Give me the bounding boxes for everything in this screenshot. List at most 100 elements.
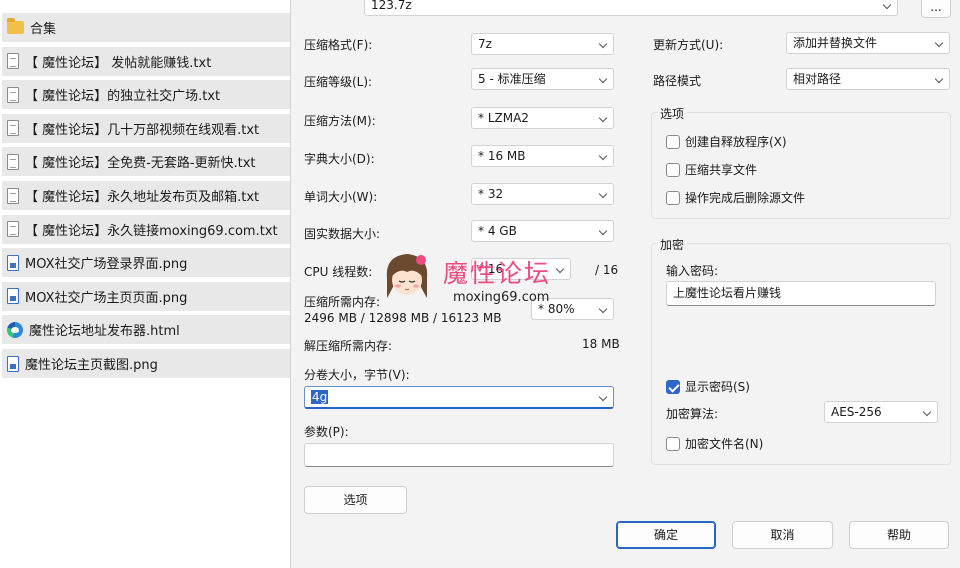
add-to-archive-dialog: 123.7z ... 压缩格式(F): 7z 压缩等级(L): 5 - 标准压缩…: [290, 0, 960, 568]
file-name: MOX社交广场主页页面.png: [25, 290, 188, 306]
show-password-label: 显示密码(S): [685, 380, 750, 394]
decompress-memory-label: 解压缩所需内存:: [304, 339, 393, 353]
chevron-down-icon: [598, 74, 608, 84]
file-name: 【 魔性论坛】几十万部视频在线观看.txt: [25, 122, 260, 138]
password-input[interactable]: 上魔性论坛看片赚钱: [666, 281, 936, 306]
text-file-icon: [7, 53, 19, 70]
encryption-method-value: AES-256: [831, 405, 882, 419]
cancel-button[interactable]: 取消: [732, 521, 833, 549]
text-file-icon: [7, 187, 19, 204]
watermark-title: 魔性论坛: [443, 259, 552, 288]
options-button[interactable]: 选项: [304, 486, 407, 514]
delete-after-checkbox[interactable]: 操作完成后删除源文件: [666, 189, 805, 206]
dict-select[interactable]: * 16 MB: [471, 145, 614, 167]
file-name: 【 魔性论坛】 发帖就能赚钱.txt: [25, 55, 212, 71]
file-name: 【 魔性论坛】永久链接moxing69.com.txt: [25, 223, 278, 239]
chevron-down-icon: [598, 113, 608, 123]
delete-after-label: 操作完成后删除源文件: [685, 191, 806, 205]
word-value: * 32: [478, 187, 504, 201]
show-password-checkbox-box[interactable]: [666, 379, 680, 394]
path-mode-select[interactable]: 相对路径: [786, 68, 950, 90]
file-item[interactable]: 【 魔性论坛】 发帖就能赚钱.txt: [2, 46, 290, 76]
format-select[interactable]: 7z: [471, 33, 614, 55]
archive-path-combo[interactable]: 123.7z: [364, 0, 898, 16]
sfx-checkbox-box[interactable]: [666, 134, 680, 149]
chevron-down-icon: [598, 304, 608, 314]
chevron-down-icon: [882, 0, 892, 10]
file-name: MOX社交广场登录界面.png: [25, 257, 188, 273]
file-item[interactable]: 【 魔性论坛】的独立社交广场.txt: [2, 80, 290, 110]
update-mode-label: 更新方式(U):: [653, 38, 724, 52]
chevron-down-icon: [934, 74, 944, 84]
chevron-down-icon: [922, 407, 932, 417]
file-name: 合集: [30, 22, 57, 37]
text-file-icon: [7, 153, 19, 170]
encrypt-names-checkbox[interactable]: 加密文件名(N): [666, 435, 763, 452]
file-name: 【 魔性论坛】永久地址发布页及邮箱.txt: [25, 190, 260, 205]
threads-total: / 16: [595, 263, 619, 277]
file-item[interactable]: 【 魔性论坛】永久地址发布页及邮箱.txt: [2, 181, 290, 210]
sfx-checkbox[interactable]: 创建自释放程序(X): [666, 133, 787, 150]
image-file-icon: [7, 254, 19, 271]
shared-checkbox-box[interactable]: [666, 162, 680, 177]
word-select[interactable]: * 32: [471, 183, 614, 205]
file-item[interactable]: 【 魔性论坛】永久链接moxing69.com.txt: [2, 214, 290, 244]
file-item[interactable]: 魔性论坛地址发布器.html: [2, 315, 290, 345]
file-item[interactable]: 魔性论坛主页截图.png: [2, 349, 290, 378]
dict-label: 字典大小(D):: [304, 152, 375, 166]
params-label: 参数(P):: [304, 425, 349, 439]
file-name: 【 魔性论坛】的独立社交广场.txt: [25, 89, 221, 105]
help-button[interactable]: 帮助: [849, 521, 949, 549]
chevron-down-icon: [934, 38, 944, 48]
format-label: 压缩格式(F):: [304, 38, 373, 52]
encryption-group-title: 加密: [657, 236, 688, 253]
sfx-label: 创建自释放程序(X): [685, 135, 787, 149]
options-group-title: 选项: [657, 105, 688, 122]
decompress-memory-value: 18 MB: [582, 337, 620, 351]
dict-value: * 16 MB: [478, 149, 526, 163]
text-file-icon: [7, 86, 19, 103]
image-file-icon: [7, 355, 19, 372]
split-label: 分卷大小，字节(V):: [304, 368, 410, 382]
threads-label: CPU 线程数:: [304, 265, 373, 279]
encrypt-names-label: 加密文件名(N): [685, 437, 764, 451]
browse-button[interactable]: ...: [921, 0, 951, 18]
memory-detail: 2496 MB / 12898 MB / 16123 MB: [304, 311, 502, 325]
chevron-down-icon: [598, 392, 608, 402]
file-name: 【 魔性论坛】全免费-无套路-更新快.txt: [25, 156, 256, 172]
file-item[interactable]: 【 魔性论坛】几十万部视频在线观看.txt: [2, 113, 290, 143]
text-file-icon: [7, 120, 19, 137]
chevron-down-icon: [598, 189, 608, 199]
level-value: 5 - 标准压缩: [478, 72, 546, 86]
file-item[interactable]: MOX社交广场主页页面.png: [2, 281, 290, 311]
solid-value: * 4 GB: [478, 224, 517, 238]
shared-checkbox[interactable]: 压缩共享文件: [666, 161, 757, 178]
memory-label: 压缩所需内存:: [304, 295, 381, 309]
method-select[interactable]: * LZMA2: [471, 107, 614, 129]
edge-browser-icon: [7, 321, 23, 338]
file-item[interactable]: MOX社交广场登录界面.png: [2, 248, 290, 278]
delete-after-checkbox-box[interactable]: [666, 190, 680, 205]
encryption-method-label: 加密算法:: [666, 407, 719, 421]
word-label: 单词大小(W):: [304, 190, 378, 204]
method-value: * LZMA2: [478, 111, 529, 125]
split-combo[interactable]: 4g: [304, 386, 614, 409]
password-label: 输入密码:: [666, 264, 719, 278]
chevron-down-icon: [598, 151, 608, 161]
split-value: 4g: [311, 390, 329, 404]
level-label: 压缩等级(L):: [304, 75, 373, 89]
show-password-checkbox[interactable]: 显示密码(S): [666, 378, 750, 395]
params-input[interactable]: [304, 443, 614, 467]
level-select[interactable]: 5 - 标准压缩: [471, 68, 614, 90]
file-list: 合集【 魔性论坛】 发帖就能赚钱.txt 【 魔性论坛】的独立社交广场.txt 【 …: [0, 0, 290, 390]
method-label: 压缩方法(M):: [304, 114, 376, 128]
encrypt-names-checkbox-box[interactable]: [666, 436, 680, 451]
ok-button[interactable]: 确定: [616, 521, 716, 549]
update-mode-select[interactable]: 添加并替换文件: [786, 32, 950, 54]
file-name: 魔性论坛主页截图.png: [25, 358, 158, 373]
text-file-icon: [7, 221, 19, 238]
encryption-method-select[interactable]: AES-256: [824, 401, 938, 423]
file-item[interactable]: 【 魔性论坛】全免费-无套路-更新快.txt: [2, 147, 290, 177]
solid-select[interactable]: * 4 GB: [471, 220, 614, 242]
folder-item[interactable]: 合集: [2, 13, 290, 42]
